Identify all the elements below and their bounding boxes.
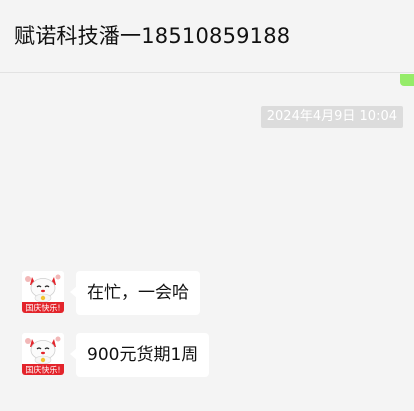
lucky-cat-icon: 国庆快乐! <box>22 333 64 375</box>
message-bubble[interactable]: 900元货期1周 <box>69 333 210 377</box>
svg-text:国庆快乐!: 国庆快乐! <box>25 303 60 313</box>
svg-text:国庆快乐!: 国庆快乐! <box>25 365 60 375</box>
contact-avatar[interactable]: 国庆快乐! <box>22 271 64 313</box>
contact-avatar[interactable]: 国庆快乐! <box>22 333 64 375</box>
lucky-cat-icon: 国庆快乐! <box>22 271 64 313</box>
chat-header: 赋诺科技潘一18510859188 <box>0 0 414 73</box>
sent-message-edge[interactable] <box>400 74 414 86</box>
message-bubble[interactable]: 在忙，一会哈 <box>70 271 200 315</box>
message-timestamp: 2024年4月9日 10:04 <box>260 106 403 128</box>
chat-title: 赋诺科技潘一18510859188 <box>14 24 291 48</box>
chat-window: 赋诺科技潘一18510859188 2024年4月9日 10:04 国庆快乐! <box>0 0 414 411</box>
